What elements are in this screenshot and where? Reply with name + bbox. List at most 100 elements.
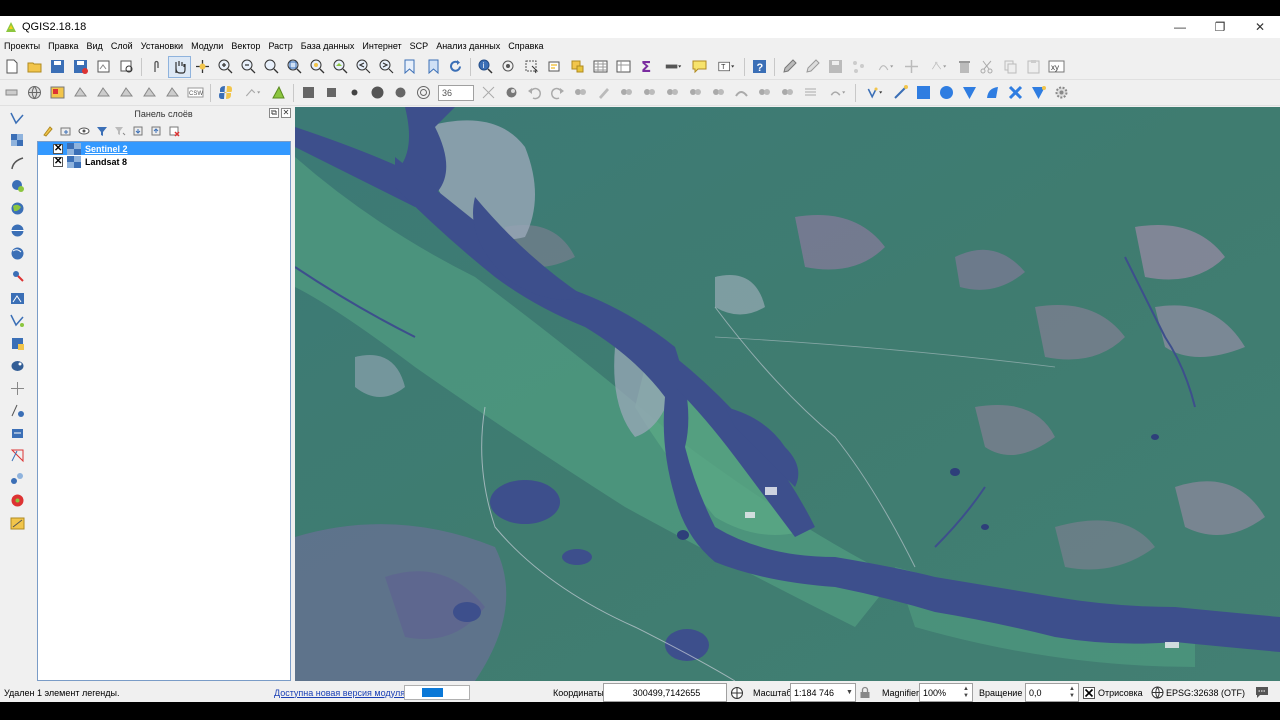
undock-panel-button[interactable]: ⧉ bbox=[269, 108, 279, 118]
zoom-in-button[interactable] bbox=[214, 56, 237, 78]
magnifier-spinner[interactable]: ▲ ▼ bbox=[963, 683, 971, 702]
scp-plugin-10-button[interactable] bbox=[776, 82, 799, 104]
zoom-full-button[interactable] bbox=[283, 56, 306, 78]
globe-button[interactable] bbox=[23, 82, 46, 104]
filter-legend-button[interactable] bbox=[94, 124, 109, 139]
menu-edit[interactable]: Правка bbox=[44, 41, 82, 51]
scp-plugin-11-button[interactable] bbox=[799, 82, 822, 104]
zoom-to-layer-button[interactable] bbox=[329, 56, 352, 78]
csw-button[interactable]: CSW bbox=[184, 82, 207, 104]
crs-label[interactable]: EPSG:32638 (OTF) bbox=[1166, 683, 1245, 702]
new-geopackage-button[interactable] bbox=[2, 445, 32, 468]
add-wcs-layer-button[interactable] bbox=[2, 220, 32, 243]
add-oracle-layer-button[interactable] bbox=[2, 332, 32, 355]
layer-item-sentinel2[interactable]: ✕ Sentinel 2 bbox=[38, 142, 290, 155]
roi-point-button[interactable] bbox=[343, 82, 366, 104]
layer-styling-button[interactable] bbox=[40, 124, 55, 139]
close-window-button[interactable]: ✕ bbox=[1240, 16, 1280, 38]
line-tool-button[interactable] bbox=[889, 82, 912, 104]
coordinates-field[interactable]: 300499,7142655 bbox=[603, 683, 727, 702]
scp-plugin-3-button[interactable] bbox=[615, 82, 638, 104]
scp-tool-3-button[interactable] bbox=[115, 82, 138, 104]
vertex-tool-button[interactable] bbox=[1027, 82, 1050, 104]
open-project-button[interactable] bbox=[23, 56, 46, 78]
menu-web[interactable]: Интернет bbox=[358, 41, 405, 51]
rotation-spinner[interactable]: ▲ ▼ bbox=[1069, 683, 1077, 702]
menu-raster[interactable]: Растр bbox=[264, 41, 296, 51]
show-bookmarks-button[interactable] bbox=[421, 56, 444, 78]
map-canvas[interactable] bbox=[295, 107, 1280, 681]
undo-roi-button[interactable] bbox=[523, 82, 546, 104]
scp-tool-4-button[interactable] bbox=[138, 82, 161, 104]
move-feature-button[interactable] bbox=[900, 56, 923, 78]
save-project-button[interactable] bbox=[46, 56, 69, 78]
text-annotation-button[interactable]: T bbox=[711, 56, 741, 78]
expand-all-button[interactable] bbox=[130, 124, 145, 139]
close-panel-button[interactable]: ✕ bbox=[281, 108, 291, 118]
new-print-composer-button[interactable] bbox=[92, 56, 115, 78]
scp-plugin-4-button[interactable] bbox=[638, 82, 661, 104]
scp-dock-button[interactable] bbox=[267, 82, 290, 104]
current-edits-button[interactable] bbox=[778, 56, 801, 78]
menu-help[interactable]: Справка bbox=[504, 41, 547, 51]
new-spatialite-layer-button[interactable] bbox=[2, 422, 32, 445]
add-feature-button[interactable] bbox=[847, 56, 870, 78]
add-virtual-layer-button[interactable] bbox=[2, 310, 32, 333]
map-tips-button[interactable] bbox=[688, 56, 711, 78]
add-raster-layer-button[interactable] bbox=[2, 130, 32, 153]
digitize-button[interactable] bbox=[237, 82, 267, 104]
menu-vector[interactable]: Вектор bbox=[227, 41, 264, 51]
add-wfs-layer-button[interactable] bbox=[2, 242, 32, 265]
roi-square-2-button[interactable] bbox=[320, 82, 343, 104]
new-bookmark-button[interactable] bbox=[398, 56, 421, 78]
paste-features-button[interactable] bbox=[1022, 56, 1045, 78]
polygon-tool-button[interactable] bbox=[912, 82, 935, 104]
scp-plugin-2-button[interactable] bbox=[592, 82, 615, 104]
select-by-expression-button[interactable] bbox=[543, 56, 566, 78]
save-as-button[interactable] bbox=[69, 56, 92, 78]
touch-zoom-button[interactable] bbox=[145, 56, 168, 78]
add-spatialite-button[interactable] bbox=[2, 175, 32, 198]
plugin-update-link[interactable]: Доступна новая версия модуля bbox=[274, 683, 405, 702]
copy-features-button[interactable] bbox=[999, 56, 1022, 78]
toggle-editing-button[interactable] bbox=[801, 56, 824, 78]
statistical-summary-button[interactable]: Σ bbox=[635, 56, 658, 78]
vector-tool-button[interactable] bbox=[958, 82, 981, 104]
python-console-button[interactable] bbox=[214, 82, 237, 104]
menu-scp[interactable]: SCP bbox=[406, 41, 433, 51]
menu-plugins[interactable]: Модули bbox=[187, 41, 227, 51]
add-circular-string-button[interactable] bbox=[870, 56, 900, 78]
scale-dropdown-arrow[interactable]: ▼ bbox=[846, 683, 853, 702]
field-calculator-button[interactable] bbox=[612, 56, 635, 78]
deselect-all-button[interactable] bbox=[566, 56, 589, 78]
open-attribute-table-button[interactable] bbox=[589, 56, 612, 78]
scp-input-image-button[interactable] bbox=[46, 82, 69, 104]
crs-status-button[interactable] bbox=[1151, 683, 1164, 702]
refresh-button[interactable] bbox=[444, 56, 467, 78]
gps-info-button[interactable] bbox=[0, 82, 23, 104]
add-wms-layer-button[interactable] bbox=[2, 197, 32, 220]
log-messages-button[interactable] bbox=[1255, 683, 1269, 702]
add-group-button[interactable] bbox=[58, 124, 73, 139]
draw-tool-button[interactable] bbox=[981, 82, 1004, 104]
xy-tool-button[interactable]: xy bbox=[1045, 56, 1068, 78]
scp-plugin-12-button[interactable] bbox=[822, 82, 852, 104]
sphere-tool-button[interactable] bbox=[935, 82, 958, 104]
pan-to-selection-button[interactable] bbox=[191, 56, 214, 78]
layer-visibility-checkbox[interactable]: ✕ bbox=[53, 143, 63, 154]
add-vector-layer-button[interactable] bbox=[2, 107, 32, 130]
lock-scale-button[interactable] bbox=[859, 683, 871, 702]
composer-manager-button[interactable] bbox=[115, 56, 138, 78]
zoom-to-selection-button[interactable] bbox=[306, 56, 329, 78]
cross-tool-button[interactable] bbox=[1004, 82, 1027, 104]
new-project-button[interactable] bbox=[0, 56, 23, 78]
roi-circle-button[interactable] bbox=[366, 82, 389, 104]
zoom-actual-size-button[interactable] bbox=[260, 56, 283, 78]
layer-visibility-checkbox[interactable]: ✕ bbox=[53, 156, 63, 167]
layer-item-landsat8[interactable]: ✕ Landsat 8 bbox=[38, 155, 290, 168]
roi-circle-2-button[interactable] bbox=[389, 82, 412, 104]
identify-features-button[interactable]: i bbox=[474, 56, 497, 78]
delete-selected-button[interactable] bbox=[953, 56, 976, 78]
menu-data-analysis[interactable]: Анализ данных bbox=[432, 41, 504, 51]
minimize-button[interactable]: — bbox=[1160, 16, 1200, 38]
